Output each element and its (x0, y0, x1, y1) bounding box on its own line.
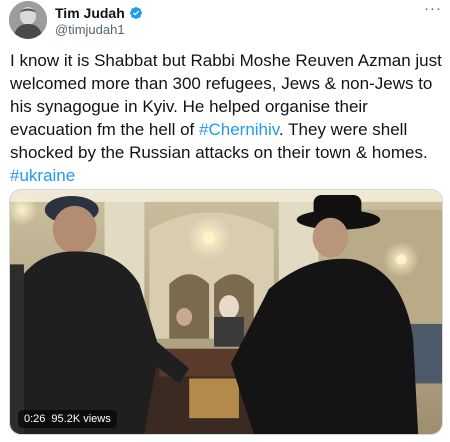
profile-photo (9, 1, 47, 39)
video-duration: 0:26 (24, 413, 46, 425)
author-handle[interactable]: @timjudah1 (55, 22, 125, 37)
hashtag-chernihiv[interactable]: #Chernihiv (199, 120, 279, 139)
author-avatar[interactable] (9, 1, 47, 39)
hashtag-ukraine[interactable]: #ukraine (10, 166, 75, 185)
author-display-name[interactable]: Tim Judah (55, 5, 125, 21)
verified-badge-icon (129, 6, 143, 20)
tweet-text: I know it is Shabbat but Rabbi Moshe Reu… (10, 49, 442, 187)
video-frame (10, 190, 442, 434)
video-player[interactable] (9, 189, 443, 435)
video-meta-badge: 0:26 95.2K views (18, 410, 117, 428)
author-name-row[interactable]: Tim Judah (55, 5, 143, 21)
video-views: 95.2K views (51, 413, 111, 425)
more-horizontal-icon[interactable]: ··· (424, 1, 442, 16)
